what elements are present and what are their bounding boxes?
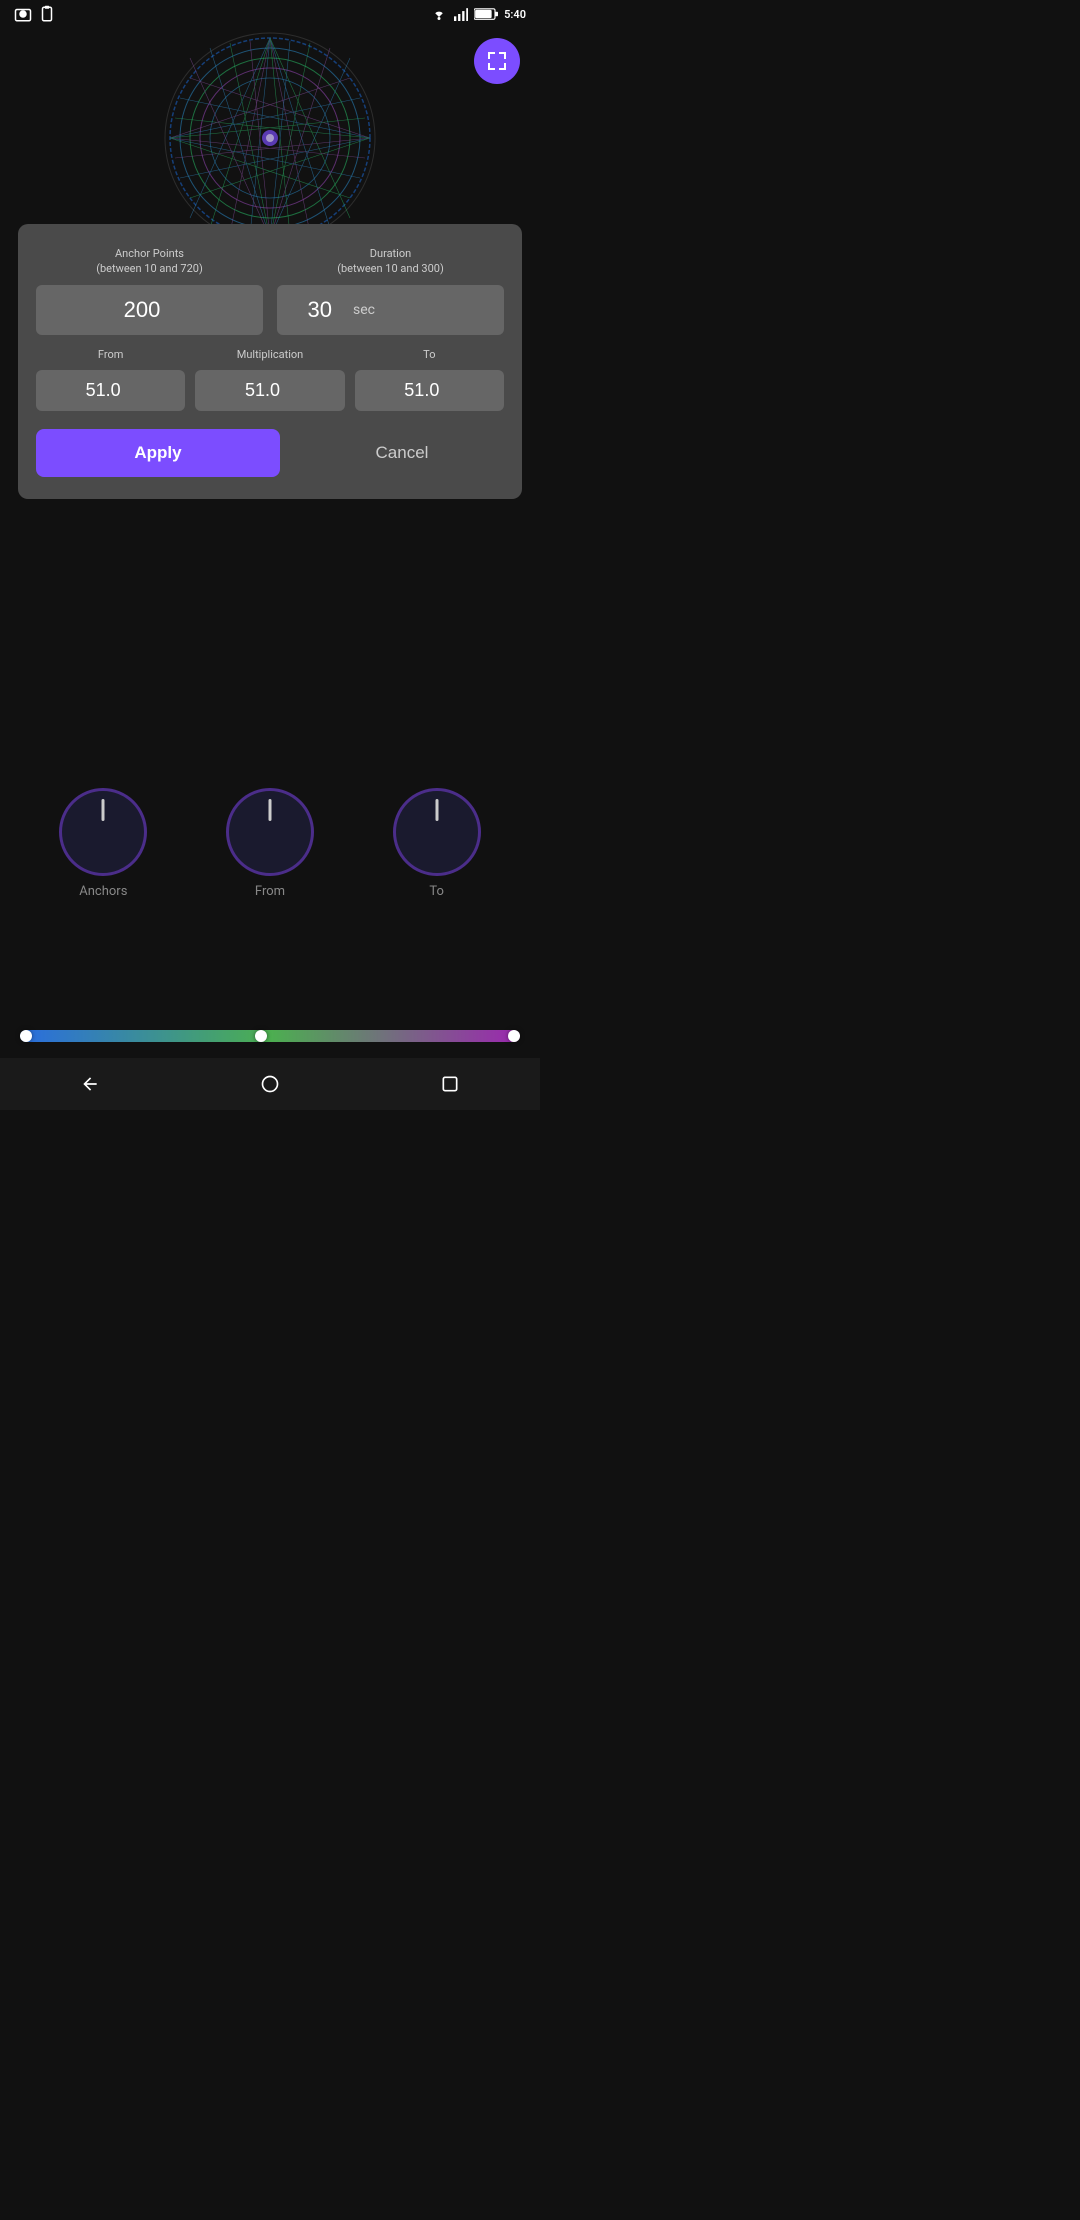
spiral-art — [160, 28, 380, 248]
anchors-knob[interactable] — [59, 788, 147, 876]
anchor-points-input[interactable] — [36, 285, 263, 335]
clipboard-icon — [38, 5, 56, 23]
from-knob-marker — [268, 799, 271, 821]
bottom-fields-row: From Multiplication To — [36, 347, 504, 411]
home-icon — [260, 1074, 280, 1094]
slider-dot-left — [20, 1030, 32, 1042]
status-right: 5:40 — [430, 7, 526, 21]
to-knob-item: To — [393, 788, 481, 899]
back-button[interactable] — [75, 1069, 105, 1099]
recents-icon — [440, 1074, 460, 1094]
anchors-knob-item: Anchors — [59, 788, 147, 899]
to-field: To — [355, 347, 504, 411]
nav-bar — [0, 1058, 540, 1110]
to-knob[interactable] — [393, 788, 481, 876]
to-input[interactable] — [355, 370, 504, 411]
signal-icon — [454, 7, 468, 21]
battery-icon — [474, 7, 498, 21]
status-icons-left — [14, 5, 56, 23]
cancel-button[interactable]: Cancel — [300, 429, 504, 477]
slider-dot-mid — [255, 1030, 267, 1042]
multiplication-field: Multiplication — [195, 347, 344, 411]
duration-label: Duration (between 10 and 300) — [337, 246, 444, 277]
camera-icon — [14, 5, 32, 23]
from-field: From — [36, 347, 185, 411]
modal-buttons: Apply Cancel — [36, 429, 504, 477]
recents-button[interactable] — [435, 1069, 465, 1099]
from-input[interactable] — [36, 370, 185, 411]
to-label: To — [423, 347, 435, 362]
duration-field: Duration (between 10 and 300) sec — [277, 246, 504, 335]
anchors-knob-label: Anchors — [79, 884, 127, 899]
color-slider[interactable] — [20, 1030, 520, 1042]
duration-unit: sec — [353, 302, 375, 318]
art-canvas — [0, 28, 540, 248]
from-knob[interactable] — [226, 788, 314, 876]
time-display: 5:40 — [504, 8, 526, 21]
to-knob-label: To — [429, 884, 444, 899]
multiplication-label: Multiplication — [237, 347, 304, 362]
expand-button[interactable] — [474, 38, 520, 84]
status-bar: 5:40 — [0, 0, 540, 28]
settings-modal: Anchor Points (between 10 and 720) Durat… — [18, 224, 522, 499]
from-label: From — [98, 347, 123, 362]
duration-input-wrapper: sec — [277, 285, 504, 335]
slider-dot-right — [508, 1030, 520, 1042]
expand-icon — [485, 49, 509, 73]
knobs-section: Anchors From To — [0, 768, 540, 899]
wifi-icon — [430, 8, 448, 20]
duration-input[interactable] — [287, 297, 347, 323]
back-icon — [80, 1074, 100, 1094]
apply-button[interactable]: Apply — [36, 429, 280, 477]
anchor-points-label: Anchor Points (between 10 and 720) — [96, 246, 203, 277]
anchor-points-field: Anchor Points (between 10 and 720) — [36, 246, 263, 335]
from-knob-label: From — [255, 884, 285, 899]
multiplication-input[interactable] — [195, 370, 344, 411]
to-knob-marker — [435, 799, 438, 821]
anchors-knob-marker — [102, 799, 105, 821]
home-button[interactable] — [255, 1069, 285, 1099]
top-fields-row: Anchor Points (between 10 and 720) Durat… — [36, 246, 504, 335]
from-knob-item: From — [226, 788, 314, 899]
